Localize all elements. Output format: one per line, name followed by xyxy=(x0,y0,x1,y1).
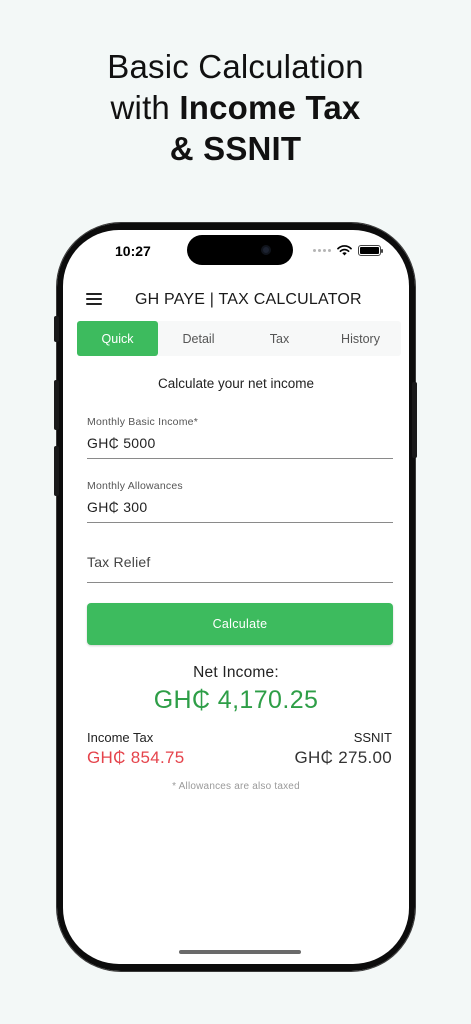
tab-detail[interactable]: Detail xyxy=(158,321,239,356)
headline-line-2: with Income Tax xyxy=(0,87,471,128)
tab-history[interactable]: History xyxy=(320,321,401,356)
wifi-icon xyxy=(337,244,352,255)
tab-quick[interactable]: Quick xyxy=(77,321,158,356)
ssnit-value: GH₵ 275.00 xyxy=(294,748,392,767)
tax-relief-field[interactable]: Tax Relief xyxy=(87,554,393,583)
headline-line-2-bold: Income Tax xyxy=(179,89,361,126)
side-button-power xyxy=(412,382,417,458)
headline-line-1: Basic Calculation xyxy=(107,48,364,85)
income-tax-value: GH₵ 854.75 xyxy=(87,748,185,767)
menu-icon[interactable] xyxy=(86,293,102,306)
app-bar: GH PAYE | TAX CALCULATOR xyxy=(63,286,409,314)
camera-icon xyxy=(261,245,271,255)
income-tax-label: Income Tax xyxy=(87,730,154,745)
home-indicator[interactable] xyxy=(179,950,301,954)
allowances-note: * Allowances are also taxed xyxy=(172,781,300,792)
allowances-input[interactable]: GH₵ 300 xyxy=(87,499,393,515)
allowances-underline xyxy=(87,522,393,523)
basic-income-input[interactable]: GH₵ 5000 xyxy=(87,435,393,451)
battery-icon xyxy=(358,244,383,256)
form-subtitle: Calculate your net income xyxy=(157,376,315,391)
net-income-label: Net Income: xyxy=(193,664,279,681)
allowances-field[interactable]: Monthly Allowances GH₵ 300 xyxy=(87,480,393,523)
tax-relief-input[interactable]: Tax Relief xyxy=(87,554,393,570)
basic-income-field[interactable]: Monthly Basic Income* GH₵ 5000 xyxy=(87,416,393,459)
status-time: 10:27 xyxy=(115,243,151,259)
headline-line-3: & SSNIT xyxy=(169,130,302,167)
basic-income-underline xyxy=(87,458,393,459)
tax-relief-underline xyxy=(87,582,393,583)
signal-dots-icon xyxy=(313,248,331,252)
side-button-volume-down xyxy=(54,446,59,496)
side-button-action xyxy=(54,316,59,342)
tab-bar: Quick Detail Tax History xyxy=(77,321,401,356)
phone-screen: 10:27 GH PAYE | TAX CALCULATOR Quick Det… xyxy=(63,230,409,964)
status-icons xyxy=(313,244,383,256)
dynamic-island xyxy=(187,235,293,265)
headline-line-2-prefix: with xyxy=(110,89,180,126)
tab-tax[interactable]: Tax xyxy=(239,321,320,356)
promo-headline: Basic Calculation with Income Tax & SSNI… xyxy=(0,46,471,169)
app-title: GH PAYE | TAX CALCULATOR xyxy=(135,291,362,308)
ssnit-label: SSNIT xyxy=(353,730,392,745)
side-button-volume-up xyxy=(54,380,59,430)
net-income-value: GH₵ 4,170.25 xyxy=(153,686,319,714)
allowances-label: Monthly Allowances xyxy=(87,480,183,492)
calculate-button[interactable]: Calculate xyxy=(87,603,393,645)
basic-income-label: Monthly Basic Income* xyxy=(87,416,198,428)
